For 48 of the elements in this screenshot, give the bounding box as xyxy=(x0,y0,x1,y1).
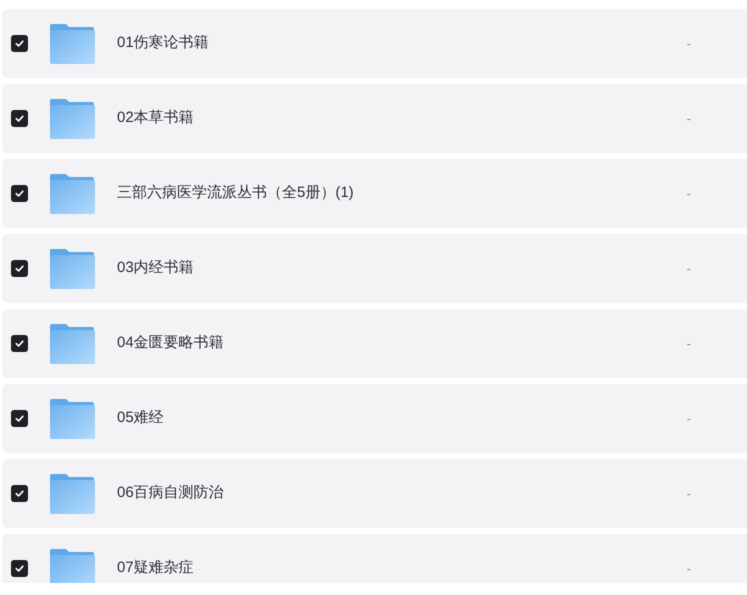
checkbox[interactable] xyxy=(11,335,28,352)
file-row[interactable]: 03内经书籍 - xyxy=(2,234,747,303)
folder-icon xyxy=(49,172,95,214)
file-size: - xyxy=(686,410,691,428)
checkbox[interactable] xyxy=(11,110,28,127)
folder-name: 03内经书籍 xyxy=(117,258,194,278)
folder-icon xyxy=(49,548,95,583)
check-icon xyxy=(14,563,25,574)
file-row[interactable]: 06百病自测防治 - xyxy=(2,459,747,528)
checkbox[interactable] xyxy=(11,35,28,52)
checkbox[interactable] xyxy=(11,260,28,277)
file-size: - xyxy=(686,260,691,278)
folder-name: 07疑难杂症 xyxy=(117,558,194,578)
check-icon xyxy=(14,338,25,349)
check-icon xyxy=(14,413,25,424)
check-icon xyxy=(14,263,25,274)
file-size: - xyxy=(686,184,691,203)
check-icon xyxy=(14,113,25,124)
folder-name: 01伤寒论书籍 xyxy=(117,33,209,54)
file-row[interactable]: 01伤寒论书籍 - xyxy=(2,9,747,78)
folder-icon xyxy=(49,322,95,364)
file-row[interactable]: 02本草书籍 - xyxy=(2,84,747,153)
file-row[interactable]: 05难经 - xyxy=(2,384,747,453)
checkbox[interactable] xyxy=(11,560,28,577)
checkbox[interactable] xyxy=(11,185,28,202)
checkbox[interactable] xyxy=(11,410,28,427)
file-size: - xyxy=(686,334,691,353)
check-icon xyxy=(14,188,25,199)
file-row[interactable]: 三部六病医学流派丛书（全5册）(1) - xyxy=(2,159,747,228)
file-size: - xyxy=(686,484,691,503)
checkbox[interactable] xyxy=(11,485,28,502)
folder-name: 06百病自测防治 xyxy=(117,483,224,504)
folder-name: 三部六病医学流派丛书（全5册）(1) xyxy=(117,183,354,204)
file-row[interactable]: 04金匮要略书籍 - xyxy=(2,309,747,378)
check-icon xyxy=(14,38,25,49)
folder-icon xyxy=(49,22,95,64)
check-icon xyxy=(14,488,25,499)
file-size: - xyxy=(686,110,691,128)
file-size: - xyxy=(686,34,691,53)
folder-icon xyxy=(49,248,95,290)
folder-icon xyxy=(49,98,95,140)
folder-name: 02本草书籍 xyxy=(117,108,194,128)
file-size: - xyxy=(686,560,691,578)
folder-icon xyxy=(49,398,95,440)
file-row[interactable]: 07疑难杂症 - xyxy=(2,534,747,583)
folder-icon xyxy=(49,472,95,514)
folder-name: 05难经 xyxy=(117,408,164,428)
folder-name: 04金匮要略书籍 xyxy=(117,333,224,354)
